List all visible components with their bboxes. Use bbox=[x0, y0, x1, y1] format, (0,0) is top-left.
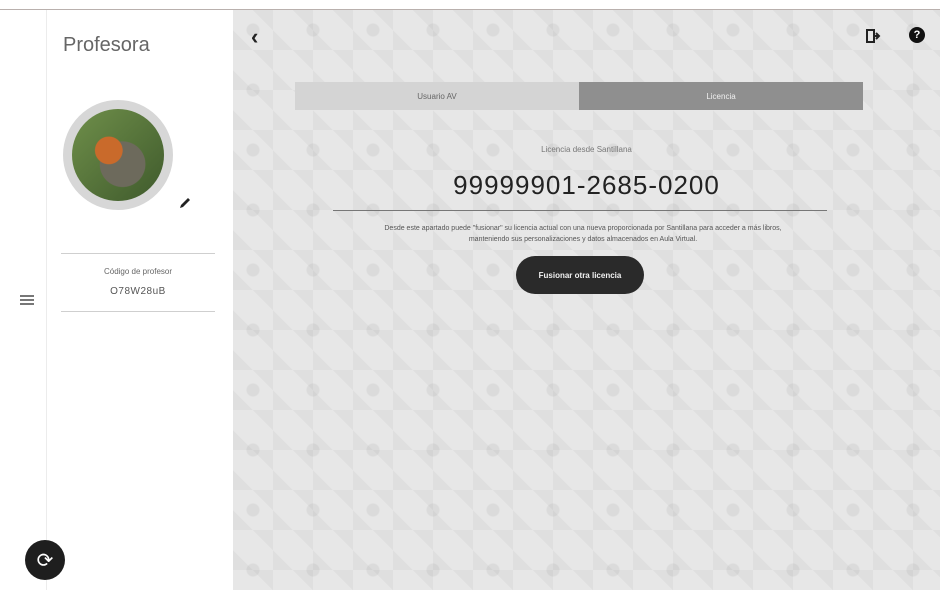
help-icon[interactable]: ? bbox=[909, 27, 925, 43]
chevron-left-icon[interactable]: ‹ bbox=[251, 24, 258, 50]
tab-licencia[interactable]: Licencia bbox=[579, 82, 863, 110]
divider bbox=[61, 311, 215, 312]
license-label: Licencia desde Santillana bbox=[541, 145, 632, 154]
avatar-frame bbox=[63, 100, 173, 210]
divider bbox=[61, 253, 215, 254]
sync-icon[interactable]: ⟳ bbox=[25, 540, 65, 580]
merge-license-button[interactable]: Fusionar otra licencia bbox=[516, 256, 644, 294]
main-panel: ‹ ? Usuario AV Licencia Licencia desde S… bbox=[233, 10, 940, 590]
license-number: 99999901-2685-0200 bbox=[453, 170, 720, 200]
license-description: Desde este apartado puede "fusionar" su … bbox=[384, 225, 782, 243]
tab-bar: Usuario AV Licencia bbox=[295, 82, 863, 110]
license-underline bbox=[333, 210, 827, 211]
teacher-code-value: O78W28uB bbox=[110, 286, 166, 297]
teacher-code-label: Código de profesor bbox=[103, 267, 173, 276]
profile-title: Profesora bbox=[63, 34, 150, 56]
hamburger-menu-icon[interactable] bbox=[20, 293, 34, 307]
pencil-icon[interactable] bbox=[177, 195, 193, 211]
logout-icon[interactable] bbox=[865, 28, 881, 44]
profile-sidebar: Profesora Código de profesor O78W28uB bbox=[47, 10, 233, 590]
avatar bbox=[72, 109, 164, 201]
tab-usuario-av[interactable]: Usuario AV bbox=[295, 82, 579, 110]
top-border bbox=[0, 0, 940, 10]
left-rail bbox=[8, 10, 47, 590]
